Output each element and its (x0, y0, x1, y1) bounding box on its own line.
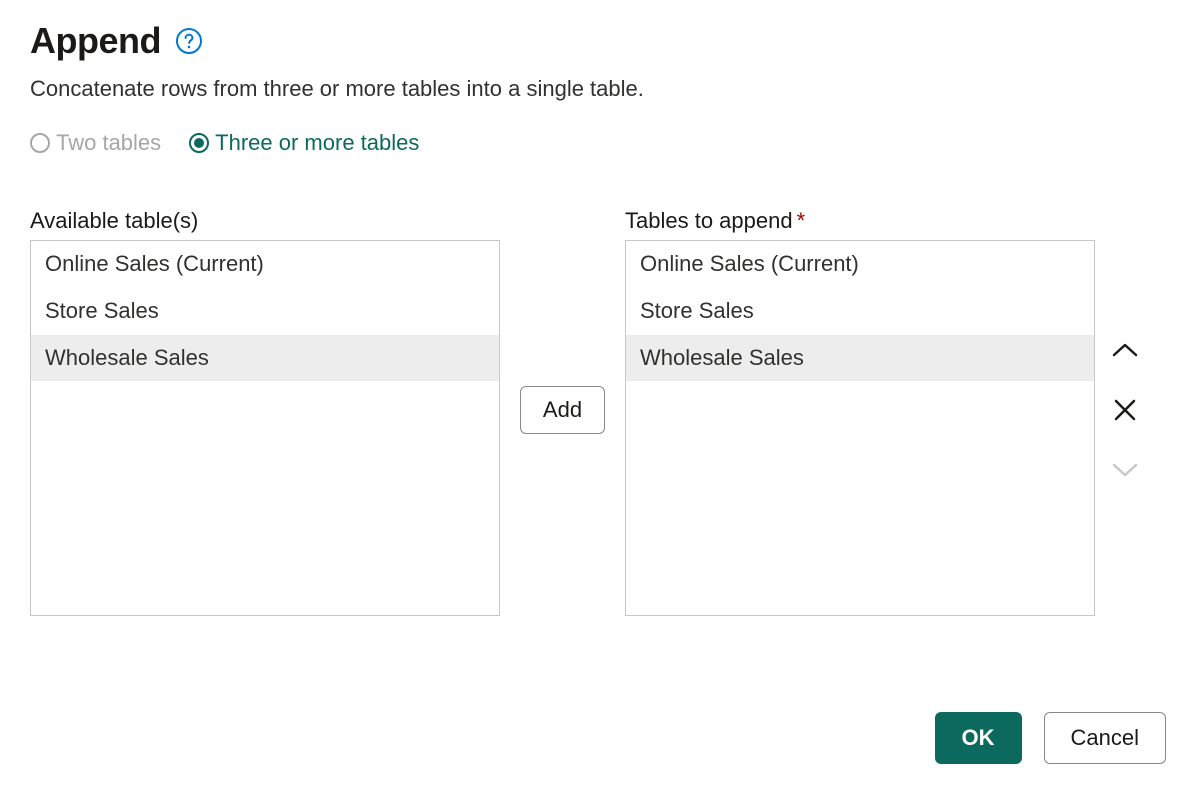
radio-label: Three or more tables (215, 130, 419, 156)
cancel-button[interactable]: Cancel (1044, 712, 1166, 764)
reorder-controls (1095, 208, 1155, 612)
remove-button[interactable] (1109, 394, 1141, 426)
table-count-radio-group: Two tables Three or more tables (30, 130, 1166, 156)
append-table-item[interactable]: Wholesale Sales (626, 335, 1094, 382)
available-table-item[interactable]: Store Sales (31, 288, 499, 335)
append-table-item[interactable]: Store Sales (626, 288, 1094, 335)
dialog-title: Append (30, 20, 161, 62)
ok-button[interactable]: OK (935, 712, 1022, 764)
dialog-footer: OK Cancel (935, 712, 1166, 764)
chevron-up-icon (1111, 341, 1139, 359)
radio-icon (189, 133, 209, 153)
available-table-item[interactable]: Wholesale Sales (31, 335, 499, 382)
radio-label: Two tables (56, 130, 161, 156)
available-tables-listbox[interactable]: Online Sales (Current)Store SalesWholesa… (30, 240, 500, 616)
title-row: Append (30, 20, 1166, 62)
append-table-item[interactable]: Online Sales (Current) (626, 241, 1094, 288)
add-button[interactable]: Add (520, 386, 605, 434)
available-table-item[interactable]: Online Sales (Current) (31, 241, 499, 288)
move-down-button[interactable] (1109, 454, 1141, 486)
add-column: Add (500, 208, 625, 612)
close-icon (1112, 397, 1138, 423)
tables-to-append-listbox[interactable]: Online Sales (Current)Store SalesWholesa… (625, 240, 1095, 616)
available-tables-label: Available table(s) (30, 208, 500, 234)
available-tables-column: Available table(s) Online Sales (Current… (30, 208, 500, 616)
chevron-down-icon (1111, 461, 1139, 479)
append-dialog: Append Concatenate rows from three or mo… (0, 0, 1196, 794)
required-asterisk: * (797, 208, 806, 233)
tables-columns: Available table(s) Online Sales (Current… (30, 208, 1166, 616)
help-icon[interactable] (175, 27, 203, 55)
move-up-button[interactable] (1109, 334, 1141, 366)
radio-icon (30, 133, 50, 153)
radio-three-or-more-tables[interactable]: Three or more tables (189, 130, 419, 156)
dialog-subtitle: Concatenate rows from three or more tabl… (30, 76, 1166, 102)
radio-two-tables[interactable]: Two tables (30, 130, 161, 156)
tables-to-append-column: Tables to append* Online Sales (Current)… (625, 208, 1095, 616)
label-text: Tables to append (625, 208, 793, 233)
tables-to-append-label: Tables to append* (625, 208, 1095, 234)
